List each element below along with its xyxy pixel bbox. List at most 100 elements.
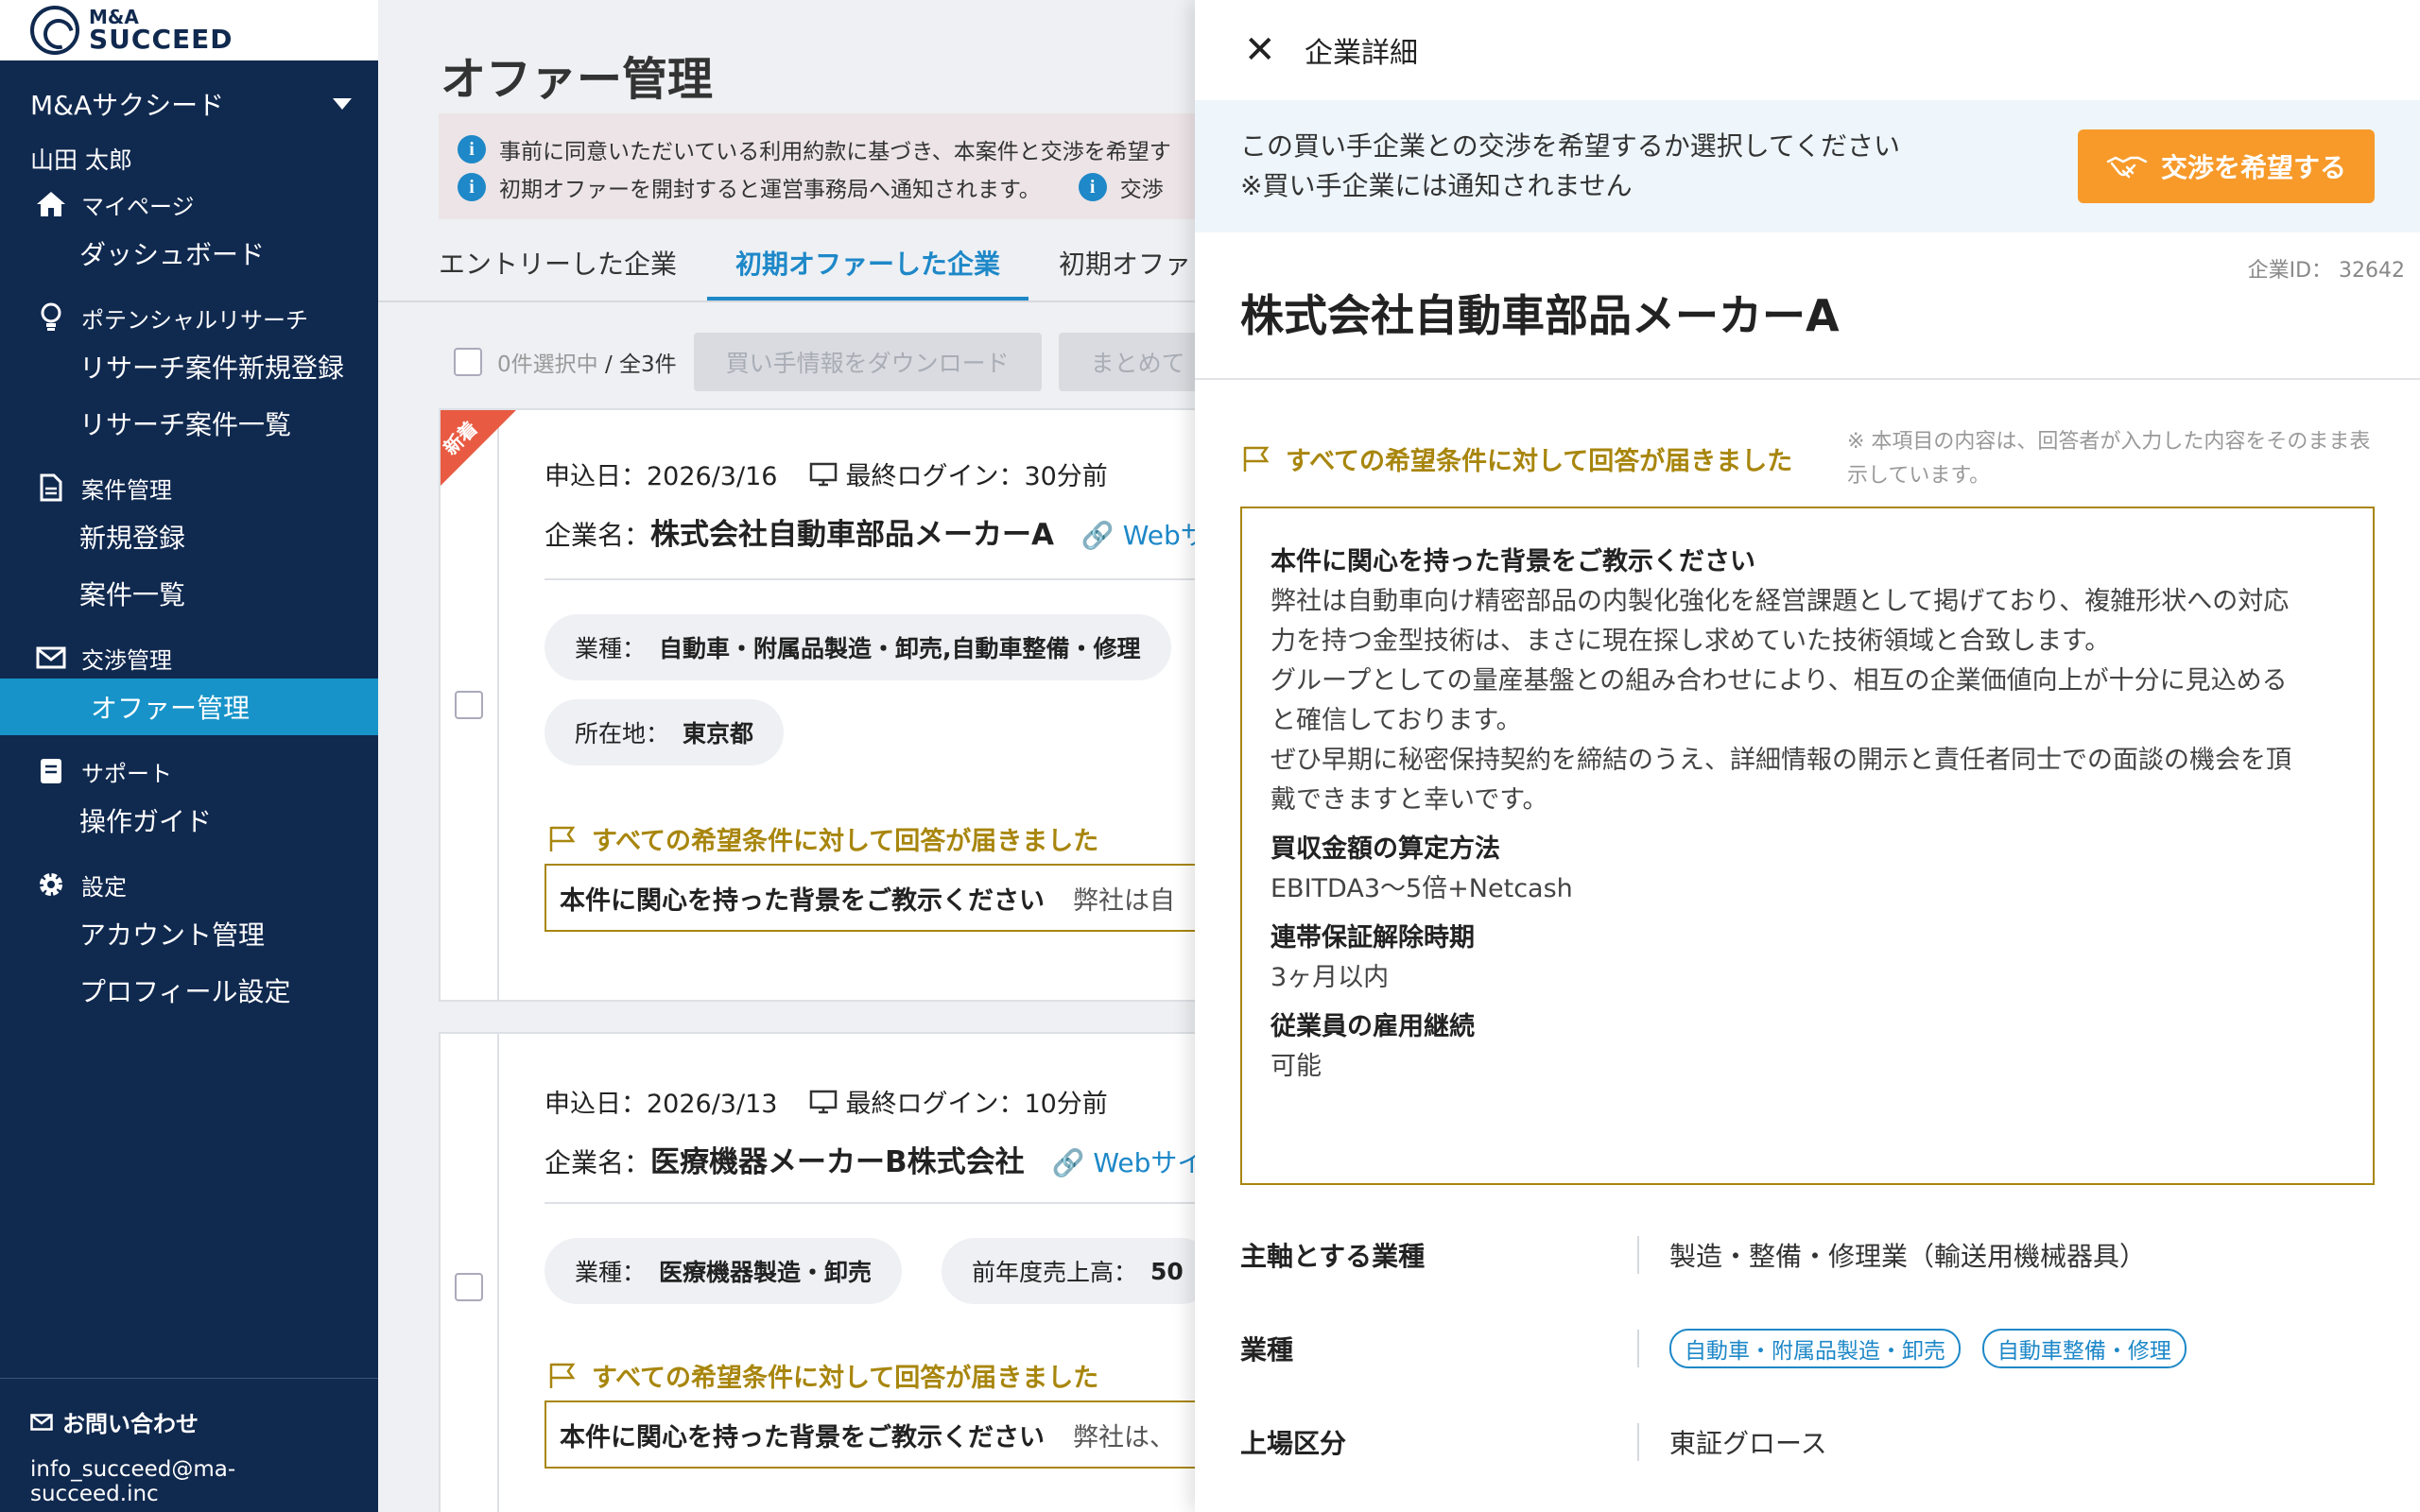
prompt-text: この買い手企業との交渉を希望するか選択してください — [1240, 130, 1901, 162]
negotiation-prompt: この買い手企業との交渉を希望するか選択してください ※買い手企業には通知されませ… — [1195, 100, 2420, 232]
logo[interactable]: M&A SUCCEED — [0, 0, 378, 60]
last-login: 最終ログイン：30分前 — [845, 462, 1108, 491]
industry-chip: 業種： 自動車・附属品製造・卸売,自動車整備・修理 — [544, 614, 1171, 680]
handshake-icon — [2106, 152, 2148, 180]
nav-item-profile[interactable]: プロフィール設定 — [0, 962, 378, 1019]
company-detail-drawer: ✕ 企業詳細 この買い手企業との交渉を希望するか選択してください ※買い手企業に… — [1195, 0, 2420, 1512]
lightbulb-icon — [34, 302, 68, 333]
card-checkbox[interactable] — [455, 691, 483, 719]
all-answered-notice: すべての希望条件に対して回答が届きました — [1242, 440, 1792, 477]
bulk-action-button[interactable]: まとめて — [1058, 333, 1218, 391]
org-switcher[interactable]: M&Aサクシード — [0, 60, 378, 129]
select-all-checkbox[interactable] — [454, 348, 482, 376]
flag-icon — [548, 825, 579, 853]
notice-text-2: 初期オファーを開封すると運営事務局へ通知されます。 — [499, 178, 1041, 202]
download-buyer-info-button[interactable]: 買い手情報をダウンロード — [693, 333, 1042, 391]
answer-text: 3ヶ月以内 — [1270, 963, 1390, 992]
prop-industry: 業種 自動車・附属品製造・卸売 自動車整備・修理 — [1240, 1329, 2375, 1368]
info-icon: i — [1078, 173, 1107, 201]
prop-listing: 上場区分 東証グロース — [1240, 1423, 2375, 1461]
list-toolbar: 0件選択中 / 全3件 買い手情報をダウンロード まとめて — [454, 333, 1218, 391]
selected-count: 0件選択中 — [497, 352, 598, 377]
question-label: 買収金額の算定方法 — [1270, 834, 1500, 864]
caret-down-icon — [333, 98, 352, 110]
prompt-note: ※買い手企業には通知されません — [1240, 170, 1633, 201]
mail-icon — [30, 1413, 53, 1431]
user-name: 山田 太郎 — [30, 146, 132, 174]
drawer-title: 企業詳細 — [1305, 37, 1418, 70]
answer-preview[interactable]: 本件に関心を持った背景をご教示ください 弊社は自 — [544, 864, 1301, 932]
org-name: M&Aサクシード — [30, 90, 225, 121]
all-answered-notice: すべての希望条件に対して回答が届きました — [548, 820, 1098, 857]
page-title: オファー管理 — [441, 53, 714, 106]
industry-tag: 自動車・附属品製造・卸売 — [1669, 1329, 1961, 1368]
contact-link[interactable]: お問い合わせ — [30, 1405, 348, 1438]
apply-date: 申込日：2026/3/16 — [544, 462, 778, 491]
book-icon — [34, 756, 68, 786]
nav-item-research-list[interactable]: リサーチ案件一覧 — [0, 395, 378, 452]
answer-text: 弊社は自動車向け精密部品の内製化強化を経営課題として掲げており、複雑形状への対応… — [1270, 587, 2291, 815]
nav-item-research-new[interactable]: リサーチ案件新規登録 — [0, 338, 378, 395]
company-name[interactable]: 株式会社自動車部品メーカーA — [650, 518, 1054, 552]
offer-card[interactable]: 新着 申込日：2026/3/16 最終ログイン：30分前 企業名：株式会社自動車… — [439, 408, 1301, 1002]
nav-section-mypage[interactable]: マイページ — [0, 183, 378, 225]
notice-text-3: 交渉 — [1119, 178, 1164, 202]
answer-disclaimer: ※ 本項目の内容は、回答者が入力した内容をそのまま表示しています。 — [1847, 430, 2371, 488]
offer-card[interactable]: 申込日：2026/3/13 最終ログイン：10分前 企業名：医療機器メーカーB株… — [439, 1032, 1301, 1512]
total-count: / 全3件 — [604, 352, 677, 377]
flag-icon — [548, 1362, 579, 1390]
last-login: 最終ログイン：10分前 — [845, 1090, 1108, 1119]
question-label: 本件に関心を持った背景をご教示ください — [1270, 547, 1755, 576]
nav-item-dashboard[interactable]: ダッシュボード — [0, 225, 378, 282]
flag-icon — [1242, 445, 1272, 473]
answer-text: EBITDA3〜5倍+Netcash — [1270, 874, 1573, 903]
tab-initial-offer-other[interactable]: 初期オファ — [1059, 244, 1191, 302]
close-icon[interactable]: ✕ — [1244, 28, 1282, 72]
tab-bar: エントリーした企業 初期オファーした企業 初期オファ — [439, 244, 1221, 302]
nav-section-negotiation[interactable]: 交渉管理 — [0, 637, 378, 679]
link-icon: 🔗 — [1051, 1147, 1085, 1178]
nav-section-settings[interactable]: 設定 — [0, 864, 378, 905]
answer-text: 可能 — [1270, 1052, 1322, 1081]
location-chip: 所在地： 東京都 — [544, 699, 785, 765]
question-label: 連帯保証解除時期 — [1270, 923, 1475, 953]
nav-section-deals[interactable]: 案件管理 — [0, 467, 378, 508]
card-checkbox[interactable] — [455, 1273, 483, 1301]
prop-main-industry: 主軸とする業種 製造・整備・修理業（輸送用機械器具） — [1240, 1236, 2375, 1274]
contact-email[interactable]: info_succeed@ma-succeed.inc — [30, 1457, 348, 1506]
nav-item-deal-list[interactable]: 案件一覧 — [0, 565, 378, 622]
nav-section-support[interactable]: サポート — [0, 750, 378, 792]
revenue-chip: 前年度売上高： 50 — [942, 1238, 1214, 1304]
sidebar-footer: お問い合わせ info_succeed@ma-succeed.inc — [0, 1378, 378, 1512]
info-icon: i — [458, 135, 486, 163]
website-link[interactable]: 🔗 Webサ — [1081, 520, 1207, 551]
home-icon — [34, 189, 68, 219]
tab-entered[interactable]: エントリーした企業 — [439, 244, 677, 302]
request-negotiation-button[interactable]: 交渉を希望する — [2078, 129, 2375, 203]
new-badge: 新着 — [441, 410, 516, 486]
monitor-icon — [809, 462, 838, 487]
tab-initial-offered[interactable]: 初期オファーした企業 — [707, 244, 1029, 302]
answers-box: 本件に関心を持った背景をご教示ください 弊社は自動車向け精密部品の内製化強化を経… — [1240, 507, 2375, 1185]
question-label: 従業員の雇用継続 — [1270, 1012, 1475, 1041]
mail-icon — [34, 643, 68, 673]
document-icon — [34, 472, 68, 503]
company-name[interactable]: 医療機器メーカーB株式会社 — [650, 1145, 1025, 1179]
nav-item-guide[interactable]: 操作ガイド — [0, 792, 378, 849]
all-answered-notice: すべての希望条件に対して回答が届きました — [548, 1357, 1098, 1394]
nav-item-deal-new[interactable]: 新規登録 — [0, 508, 378, 565]
nav-item-offer[interactable]: オファー管理 — [0, 679, 378, 735]
website-link[interactable]: 🔗 Webサイ — [1052, 1147, 1204, 1178]
link-icon: 🔗 — [1080, 520, 1115, 551]
logo-icon — [30, 6, 79, 55]
company-label: 企業名： — [544, 520, 651, 551]
company-id: 企業ID： 32642 — [2247, 259, 2405, 283]
company-name-heading: 株式会社自動車部品メーカーA — [1240, 290, 1840, 341]
industry-tag: 自動車整備・修理 — [1981, 1329, 2187, 1368]
nav-section-potential-research[interactable]: ポテンシャルリサーチ — [0, 297, 378, 338]
info-icon: i — [458, 173, 486, 201]
answer-preview[interactable]: 本件に関心を持った背景をご教示ください 弊社は、 — [544, 1400, 1301, 1469]
gear-icon — [34, 869, 68, 900]
logo-line2: SUCCEED — [89, 24, 233, 55]
nav-item-account[interactable]: アカウント管理 — [0, 905, 378, 962]
